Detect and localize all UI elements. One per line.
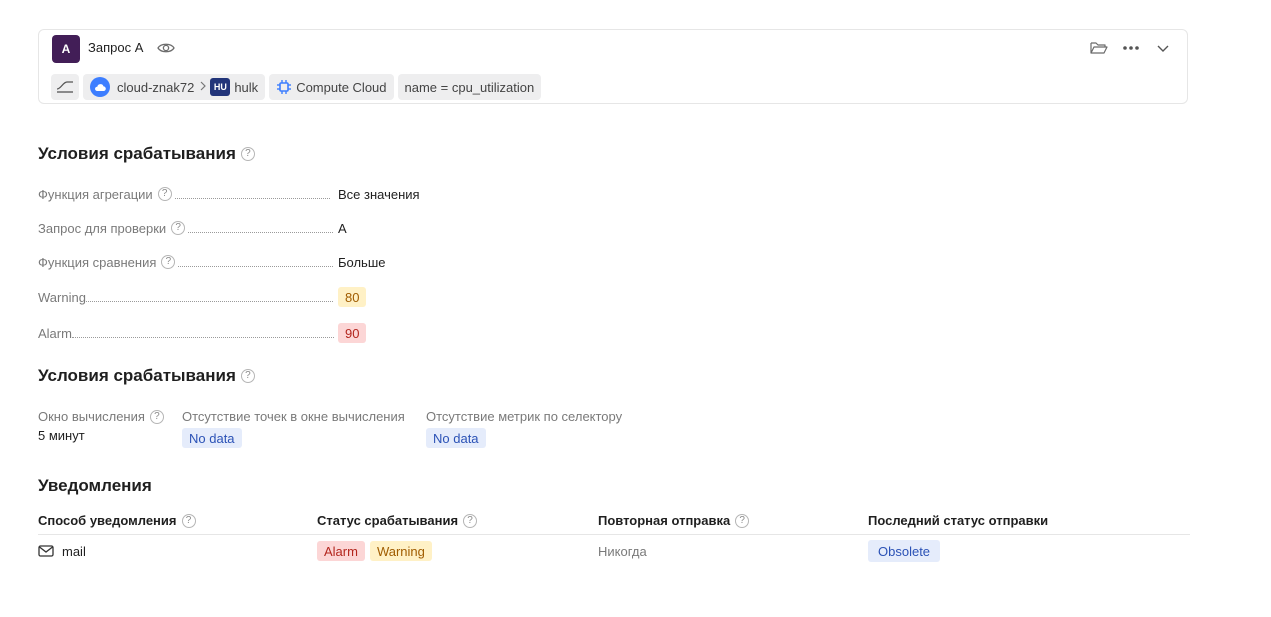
col-header-repeat: Повторная отправка? (598, 513, 750, 528)
help-icon[interactable]: ? (181, 513, 196, 528)
comparison-value: Больше (338, 254, 386, 270)
dotted-leader (174, 197, 330, 199)
mail-icon (38, 545, 54, 557)
warning-threshold-pill: 80 (338, 287, 367, 307)
status-alarm-badge: Alarm (317, 541, 365, 561)
conditions-section-title: Условия срабатывания ? (38, 366, 255, 386)
notifications-section-title: Уведомления (38, 476, 152, 496)
help-icon[interactable]: ? (157, 187, 172, 201)
trigger-section-title: Условия срабатывания ? (38, 144, 255, 164)
dotted-leader (188, 231, 334, 233)
query-letter-badge: A (52, 35, 80, 63)
col-header-method-text: Способ уведомления (38, 513, 177, 528)
window-value: 5 минут (38, 428, 85, 443)
help-icon[interactable]: ? (463, 513, 478, 528)
no-points-column: Отсутствие точек в окне вычисления No da… (182, 409, 405, 448)
chart-type-chip[interactable] (51, 74, 79, 100)
query-chips: cloud-znak72 HU hulk Compute Cloud name … (51, 74, 542, 100)
chevron-down-icon[interactable] (1153, 38, 1173, 58)
aggregation-label: Функция агрегации (38, 186, 153, 202)
no-metrics-label: Отсутствие метрик по селектору (426, 409, 623, 424)
col-header-last-status-text: Последний статус отправки (868, 513, 1049, 528)
selector-text: name = cpu_utilization (404, 79, 535, 95)
eye-icon[interactable] (157, 41, 175, 55)
alarm-row: Alarm 90 (38, 323, 428, 343)
col-header-status: Статус срабатывания? (317, 513, 478, 528)
alarm-threshold: 90 (338, 323, 367, 343)
warning-label: Warning (38, 289, 86, 305)
table-divider (38, 534, 1190, 535)
help-icon[interactable]: ? (149, 409, 164, 424)
folder-open-icon[interactable] (1089, 38, 1109, 58)
service-badge: HU (210, 78, 231, 96)
service-name: hulk (234, 79, 259, 95)
no-metrics-column: Отсутствие метрик по селектору No data (426, 409, 622, 448)
resource-name: Compute Cloud (296, 79, 387, 95)
chevron-right-icon (200, 80, 207, 94)
col-header-last-status: Последний статус отправки (868, 513, 1048, 528)
help-icon[interactable]: ? (161, 255, 176, 269)
no-points-label: Отсутствие точек в окне вычисления (182, 409, 405, 424)
gear-chip-icon (276, 79, 292, 95)
dotted-leader (85, 300, 333, 302)
notification-status-cell: Alarm Warning (317, 540, 432, 562)
help-icon[interactable]: ? (735, 513, 750, 528)
help-icon[interactable]: ? (171, 221, 186, 235)
query-check-label: Запрос для проверки (38, 220, 167, 236)
no-points-value: No data (182, 428, 242, 448)
aggregation-value: Все значения (338, 186, 420, 202)
notification-method: mail (62, 543, 86, 559)
status-warning-badge: Warning (369, 541, 432, 561)
col-header-repeat-text: Повторная отправка (598, 513, 731, 528)
chart-line-icon (55, 79, 75, 96)
resource-chip[interactable]: Compute Cloud (269, 74, 394, 100)
more-icon[interactable] (1121, 38, 1141, 58)
query-check-row: Запрос для проверки? A (38, 219, 428, 237)
cloud-icon (90, 77, 110, 97)
notification-last-status-cell: Obsolete (868, 540, 941, 562)
warning-threshold: 80 (338, 287, 367, 307)
query-check-value: A (338, 220, 347, 236)
notification-method-cell: mail (38, 540, 86, 562)
dotted-leader (178, 265, 334, 267)
query-title: Запрос A (88, 40, 144, 55)
alarm-label: Alarm (38, 325, 72, 341)
notifications-title-text: Уведомления (38, 476, 152, 495)
query-card: A Запрос A cloud-znak72 HU hulk Compute … (38, 29, 1188, 104)
window-column: Окно вычисления? 5 минут (38, 409, 164, 443)
warning-row: Warning 80 (38, 287, 428, 307)
conditions-title-text: Условия срабатывания (38, 366, 236, 385)
selector-chip[interactable]: name = cpu_utilization (397, 74, 542, 100)
last-status-badge: Obsolete (868, 540, 941, 562)
dotted-leader (71, 336, 334, 338)
trigger-title-text: Условия срабатывания (38, 144, 236, 163)
notification-repeat-cell: Никогда (598, 540, 647, 562)
col-header-status-text: Статус срабатывания (317, 513, 459, 528)
alarm-threshold-pill: 90 (338, 323, 367, 343)
folder-chip[interactable]: cloud-znak72 HU hulk (83, 74, 266, 100)
no-metrics-value: No data (426, 428, 486, 448)
comparison-label: Функция сравнения (38, 254, 157, 270)
window-label: Окно вычисления (38, 409, 145, 424)
aggregation-row: Функция агрегации? Все значения (38, 185, 428, 203)
help-icon[interactable]: ? (240, 369, 255, 383)
col-header-method: Способ уведомления? (38, 513, 196, 528)
help-icon[interactable]: ? (240, 147, 255, 161)
folder-name: cloud-znak72 (117, 79, 195, 95)
notification-repeat: Никогда (598, 543, 647, 559)
comparison-row: Функция сравнения? Больше (38, 253, 428, 271)
